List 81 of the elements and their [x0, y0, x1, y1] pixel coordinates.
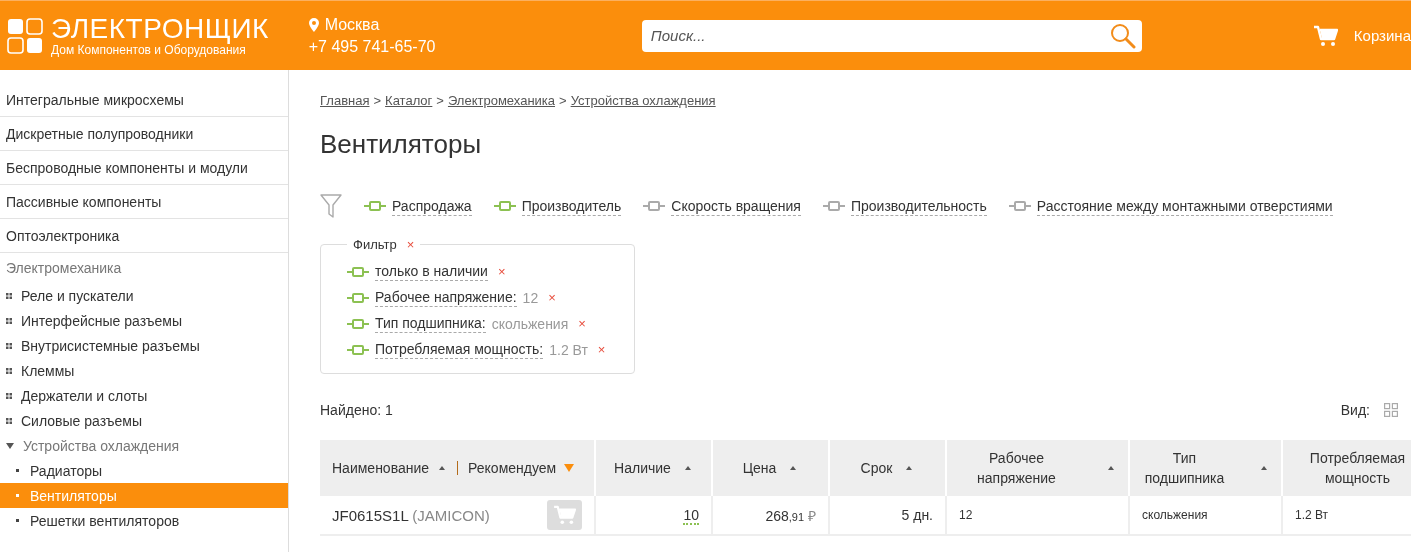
sidebar-category[interactable]: Дискретные полупроводники [0, 117, 288, 151]
breadcrumb-separator: > [436, 93, 444, 108]
stock-count[interactable]: 10 [683, 507, 699, 525]
logo-icon [7, 17, 43, 54]
remove-filter-button[interactable]: × [578, 316, 586, 331]
grid-bullet-icon [6, 367, 12, 374]
filter-link[interactable]: Тип подшипника: [375, 314, 486, 333]
grid-bullet-icon [6, 417, 12, 424]
filter-link[interactable]: Скорость вращения [671, 196, 801, 216]
table-cell: 1.2 Вт [1295, 508, 1329, 522]
grid-bullet-icon [6, 292, 12, 299]
breadcrumb-separator: > [373, 93, 382, 108]
toggle-icon [347, 318, 369, 329]
sidebar-item[interactable]: Силовые разъемы [21, 412, 142, 429]
location-pin-icon [308, 17, 319, 32]
search-icon[interactable] [1109, 22, 1136, 49]
table-header[interactable]: Рабочее напряжение [946, 440, 1129, 496]
sidebar-item[interactable]: Реле и пускатели [21, 287, 134, 304]
toggle-icon [347, 344, 369, 355]
toggle-icon [347, 266, 369, 277]
sidebar-category[interactable]: Электромеханика [0, 253, 288, 283]
sidebar-item[interactable]: Устройства охлаждения [23, 437, 180, 454]
breadcrumb-link[interactable]: Каталог [385, 93, 433, 108]
product-name-link[interactable]: JF0615S1L (JAMICON) [332, 506, 490, 524]
sort-link[interactable]: Наименование [332, 460, 430, 476]
filter-link[interactable]: Потребляемая мощность: [375, 340, 544, 359]
remove-filter-button[interactable]: × [497, 264, 506, 279]
table-cell: 12 [959, 508, 973, 522]
table-header[interactable]: Цена [712, 440, 829, 496]
sidebar-category[interactable]: Беспроводные компоненты и модули [0, 151, 288, 185]
filter-link[interactable]: Производитель [521, 196, 622, 216]
table-header[interactable]: Наличие [595, 440, 712, 496]
filter-link[interactable]: только в наличии [375, 262, 488, 281]
breadcrumb-link[interactable]: Устройства охлаждения [570, 93, 716, 108]
breadcrumb-separator: > [559, 93, 567, 108]
results-count: Найдено: 1 [320, 402, 393, 418]
filter-title: Фильтр [353, 237, 397, 252]
caret-down-icon [6, 442, 14, 449]
grid-bullet-icon [6, 317, 12, 324]
filter-value: 12 [522, 289, 539, 306]
add-to-cart-button[interactable] [547, 500, 582, 530]
filter-link[interactable]: Производительность [850, 196, 987, 216]
filter-link[interactable]: Распродажа [392, 196, 472, 216]
sidebar-item[interactable]: Радиаторы [0, 458, 288, 483]
filter-link[interactable]: Расстояние между монтажными отверстиями [1036, 196, 1333, 216]
table-cell: скольжения [1142, 508, 1208, 522]
sidebar-category[interactable]: Пассивные компоненты [0, 185, 288, 219]
table-header[interactable]: Срок [829, 440, 946, 496]
sidebar-item[interactable]: Внутрисистемные разъемы [21, 337, 200, 354]
sidebar-item[interactable]: Интерфейсные разъемы [21, 312, 182, 329]
cart-icon [553, 505, 576, 525]
sort-link[interactable]: Рекомендуем [468, 460, 557, 476]
logo-subtitle: Дом Компонентов и Оборудования [51, 42, 246, 57]
table-header[interactable]: Потребляемая мощность [1282, 440, 1411, 496]
sidebar-category[interactable]: Оптоэлектроника [0, 219, 288, 253]
breadcrumb-link[interactable]: Электромеханика [447, 93, 556, 108]
remove-filter-button[interactable]: × [406, 237, 415, 252]
sidebar-item[interactable]: Клеммы [21, 362, 75, 379]
filter-icon [320, 194, 342, 218]
search-field[interactable]: Поиск... [641, 19, 1142, 52]
remove-filter-button[interactable]: × [548, 290, 556, 305]
table-header[interactable]: Тип подшипника [1129, 440, 1282, 496]
grid-bullet-icon [6, 392, 12, 399]
sidebar-item[interactable]: Держатели и слоты [21, 387, 148, 404]
filter-value: 1.2 Вт [549, 341, 588, 358]
grid-view-icon[interactable] [1384, 403, 1398, 417]
lead-time-text: 5 дн. [901, 507, 933, 523]
phone-number: +7 495 741-65-70 [308, 37, 437, 56]
price-text: 268,91 ₽ [765, 507, 816, 524]
cart-icon[interactable] [1313, 24, 1338, 47]
page-title: Вентиляторы [320, 129, 483, 160]
logo-title: ЭЛЕКТРОНЩИК [51, 14, 269, 43]
view-label: Вид: [1340, 402, 1370, 418]
remove-filter-button[interactable]: × [597, 342, 606, 357]
filter-link[interactable]: Рабочее напряжение: [375, 288, 517, 307]
filter-value: скольжения [491, 315, 569, 332]
toggle-icon [347, 292, 369, 303]
sidebar-item[interactable]: Решетки вентиляторов [0, 508, 288, 533]
sidebar-category[interactable]: Интегральные микросхемы [0, 83, 288, 117]
grid-bullet-icon [6, 342, 12, 349]
breadcrumb-link[interactable]: Главная [320, 93, 370, 108]
